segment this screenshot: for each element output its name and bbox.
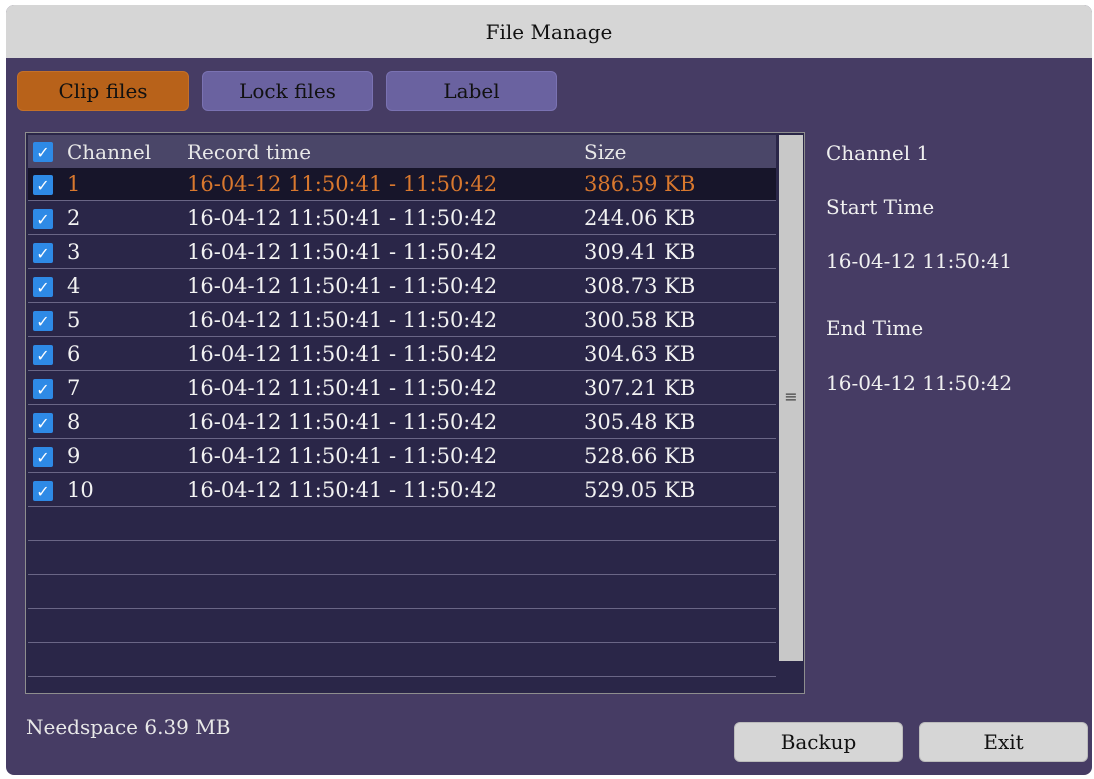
table-row[interactable]: ✓ 7 16-04-12 11:50:41 - 11:50:42 307.21 KB bbox=[28, 372, 776, 405]
row-checkbox[interactable]: ✓ bbox=[33, 379, 53, 399]
cell-record-time: 16-04-12 11:50:41 - 11:50:42 bbox=[187, 172, 498, 196]
cell-size: 528.66 KB bbox=[584, 444, 696, 468]
file-table: ✓ Channel Record time Size ✓ 1 16-04-12 11… bbox=[25, 132, 805, 694]
row-checkbox[interactable]: ✓ bbox=[33, 277, 53, 297]
column-header-size[interactable]: Size bbox=[584, 135, 626, 168]
detail-end-value: 16-04-12 11:50:42 bbox=[826, 371, 1013, 395]
window-title: File Manage bbox=[6, 5, 1092, 58]
checkmark-icon: ✓ bbox=[36, 413, 50, 433]
needspace-text: Needspace 6.39 MB bbox=[26, 715, 231, 739]
cell-size: 386.59 KB bbox=[584, 172, 696, 196]
cell-channel: 10 bbox=[67, 478, 94, 502]
table-row bbox=[28, 508, 776, 541]
row-checkbox[interactable]: ✓ bbox=[33, 413, 53, 433]
checkmark-icon: ✓ bbox=[36, 311, 50, 331]
cell-record-time: 16-04-12 11:50:41 - 11:50:42 bbox=[187, 478, 498, 502]
cell-size: 309.41 KB bbox=[584, 240, 696, 264]
checkmark-icon: ✓ bbox=[36, 379, 50, 399]
cell-channel: 6 bbox=[67, 342, 81, 366]
cell-record-time: 16-04-12 11:50:41 - 11:50:42 bbox=[187, 274, 498, 298]
cell-size: 307.21 KB bbox=[584, 376, 696, 400]
tab-lock-files[interactable]: Lock files bbox=[202, 71, 373, 111]
table-row bbox=[28, 610, 776, 643]
backup-button[interactable]: Backup bbox=[734, 722, 903, 762]
row-checkbox[interactable]: ✓ bbox=[33, 243, 53, 263]
column-header-record-time[interactable]: Record time bbox=[187, 135, 311, 168]
row-checkbox[interactable]: ✓ bbox=[33, 345, 53, 365]
cell-record-time: 16-04-12 11:50:41 - 11:50:42 bbox=[187, 410, 498, 434]
cell-channel: 4 bbox=[67, 274, 81, 298]
detail-start-label: Start Time bbox=[826, 195, 935, 219]
select-all-checkbox[interactable]: ✓ bbox=[33, 142, 53, 162]
table-header: ✓ Channel Record time Size bbox=[28, 135, 776, 168]
checkmark-icon: ✓ bbox=[36, 277, 50, 297]
cell-channel: 7 bbox=[67, 376, 81, 400]
row-checkbox[interactable]: ✓ bbox=[33, 447, 53, 467]
row-checkbox[interactable]: ✓ bbox=[33, 175, 53, 195]
table-row bbox=[28, 576, 776, 609]
cell-record-time: 16-04-12 11:50:41 - 11:50:42 bbox=[187, 240, 498, 264]
table-row[interactable]: ✓ 3 16-04-12 11:50:41 - 11:50:42 309.41 KB bbox=[28, 236, 776, 269]
cell-size: 308.73 KB bbox=[584, 274, 696, 298]
checkmark-icon: ✓ bbox=[36, 243, 50, 263]
vertical-scrollbar[interactable]: ≡ bbox=[779, 135, 803, 691]
cell-size: 304.63 KB bbox=[584, 342, 696, 366]
checkmark-icon: ✓ bbox=[36, 209, 50, 229]
exit-button[interactable]: Exit bbox=[919, 722, 1088, 762]
detail-start-value: 16-04-12 11:50:41 bbox=[826, 249, 1013, 273]
tab-clip-files[interactable]: Clip files bbox=[17, 71, 189, 111]
table-row[interactable]: ✓ 1 16-04-12 11:50:41 - 11:50:42 386.59 KB bbox=[28, 168, 776, 201]
cell-size: 244.06 KB bbox=[584, 206, 696, 230]
cell-record-time: 16-04-12 11:50:41 - 11:50:42 bbox=[187, 444, 498, 468]
cell-record-time: 16-04-12 11:50:41 - 11:50:42 bbox=[187, 308, 498, 332]
file-manage-window: File Manage Clip files Lock files Label … bbox=[6, 5, 1092, 775]
cell-record-time: 16-04-12 11:50:41 - 11:50:42 bbox=[187, 376, 498, 400]
scrollbar-track-end bbox=[779, 661, 803, 691]
table-row[interactable]: ✓ 8 16-04-12 11:50:41 - 11:50:42 305.48 KB bbox=[28, 406, 776, 439]
table-row[interactable]: ✓ 10 16-04-12 11:50:41 - 11:50:42 529.05 KB bbox=[28, 474, 776, 507]
row-checkbox[interactable]: ✓ bbox=[33, 481, 53, 501]
table-row[interactable]: ✓ 2 16-04-12 11:50:41 - 11:50:42 244.06 KB bbox=[28, 202, 776, 235]
grip-lines-icon[interactable]: ≡ bbox=[783, 387, 799, 406]
table-row bbox=[28, 542, 776, 575]
cell-channel: 1 bbox=[67, 172, 81, 196]
table-row[interactable]: ✓ 9 16-04-12 11:50:41 - 11:50:42 528.66 KB bbox=[28, 440, 776, 473]
checkmark-icon: ✓ bbox=[36, 447, 50, 467]
cell-record-time: 16-04-12 11:50:41 - 11:50:42 bbox=[187, 342, 498, 366]
table-row[interactable]: ✓ 6 16-04-12 11:50:41 - 11:50:42 304.63 KB bbox=[28, 338, 776, 371]
cell-size: 300.58 KB bbox=[584, 308, 696, 332]
cell-channel: 2 bbox=[67, 206, 81, 230]
cell-channel: 9 bbox=[67, 444, 81, 468]
tab-label[interactable]: Label bbox=[386, 71, 557, 111]
checkmark-icon: ✓ bbox=[36, 142, 50, 162]
column-header-channel[interactable]: Channel bbox=[67, 135, 151, 168]
table-row[interactable]: ✓ 4 16-04-12 11:50:41 - 11:50:42 308.73 KB bbox=[28, 270, 776, 303]
checkmark-icon: ✓ bbox=[36, 345, 50, 365]
cell-channel: 8 bbox=[67, 410, 81, 434]
detail-end-label: End Time bbox=[826, 316, 924, 340]
detail-channel: Channel 1 bbox=[826, 141, 930, 165]
checkmark-icon: ✓ bbox=[36, 175, 50, 195]
cell-record-time: 16-04-12 11:50:41 - 11:50:42 bbox=[187, 206, 498, 230]
table-row[interactable]: ✓ 5 16-04-12 11:50:41 - 11:50:42 300.58 KB bbox=[28, 304, 776, 337]
table-row bbox=[28, 644, 776, 677]
cell-size: 305.48 KB bbox=[584, 410, 696, 434]
row-checkbox[interactable]: ✓ bbox=[33, 209, 53, 229]
row-checkbox[interactable]: ✓ bbox=[33, 311, 53, 331]
cell-size: 529.05 KB bbox=[584, 478, 696, 502]
cell-channel: 5 bbox=[67, 308, 81, 332]
cell-channel: 3 bbox=[67, 240, 81, 264]
checkmark-icon: ✓ bbox=[36, 481, 50, 501]
